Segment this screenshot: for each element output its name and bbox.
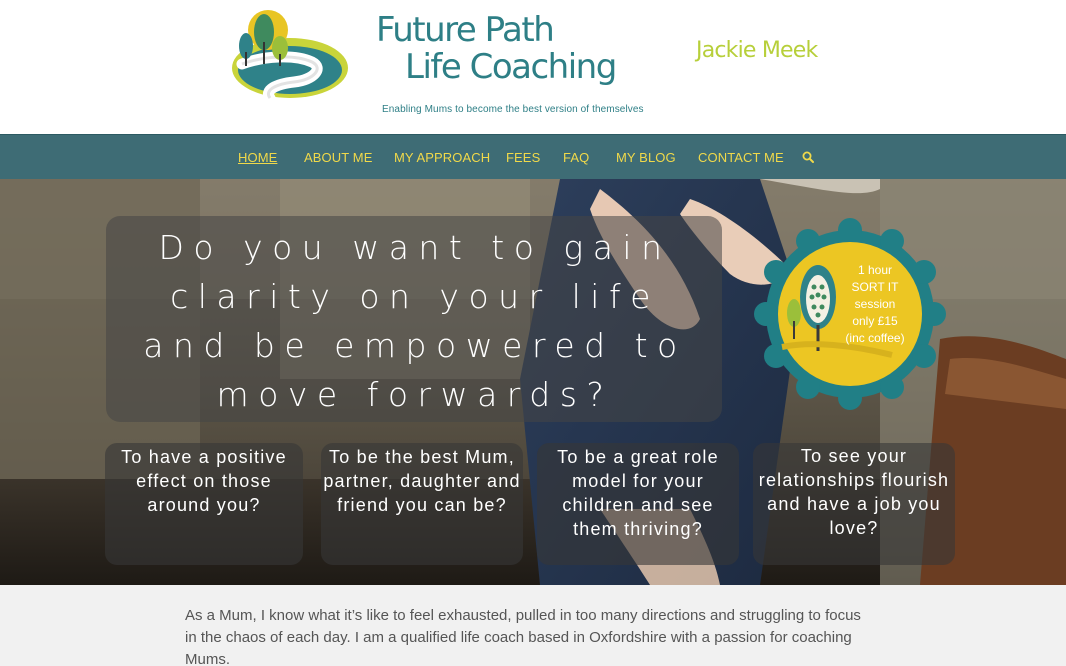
nav-item-my-approach[interactable]: MY APPROACH <box>394 150 490 165</box>
question-box-relationships: To see your relationships flourish and h… <box>753 443 955 565</box>
nav-item-faq[interactable]: FAQ <box>563 150 589 165</box>
search-icon[interactable] <box>802 151 814 163</box>
brand-line-1: Future Path <box>376 10 555 50</box>
hero-banner: Do you want to gain clarity on your life… <box>0 179 1066 585</box>
nav-item-my-blog[interactable]: MY BLOG <box>616 150 676 165</box>
badge-line-5: (inc coffee) <box>845 331 905 345</box>
question-box-best-mum: To be the best Mum, partner, daughter an… <box>321 443 523 565</box>
badge-line-4: only £15 <box>852 314 898 328</box>
badge-line-1: 1 hour <box>857 263 893 277</box>
question-box-positive-effect: To have a positive effect on those aroun… <box>105 443 303 565</box>
badge-text: 1 hour SORT IT session only £15 (inc cof… <box>832 262 918 347</box>
question-text: To have a positive effect on those aroun… <box>121 447 287 515</box>
question-box-role-model: To be a great role model for your childr… <box>537 443 739 565</box>
question-text: To see your relationships flourish and h… <box>758 446 950 538</box>
author-name: Jackie Meek <box>696 38 818 63</box>
logo-icon[interactable] <box>224 6 350 102</box>
brand-tagline: Enabling Mums to become the best version… <box>382 104 644 115</box>
nav-item-contact-me[interactable]: CONTACT ME <box>698 150 784 165</box>
brand-line-2: Life Coaching <box>405 47 617 87</box>
question-text: To be a great role model for your childr… <box>557 447 719 539</box>
brand-wordmark[interactable]: Future Path Life Coaching <box>376 12 666 86</box>
question-text: To be the best Mum, partner, daughter an… <box>323 447 521 515</box>
intro-paragraph: As a Mum, I know what it’s like to feel … <box>185 607 861 666</box>
nav-item-fees[interactable]: FEES <box>506 150 540 165</box>
hero-headline: Do you want to gain clarity on your life… <box>143 228 687 414</box>
site-header: Future Path Life Coaching Enabling Mums … <box>0 0 1066 134</box>
badge-line-3: session <box>854 297 896 311</box>
nav-item-about-me[interactable]: ABOUT ME <box>304 150 372 165</box>
intro-section: As a Mum, I know what it’s like to feel … <box>0 585 1066 666</box>
main-nav: HOME ABOUT ME MY APPROACH FEES FAQ MY BL… <box>0 134 1066 179</box>
badge-line-2: SORT IT <box>851 280 899 294</box>
nav-item-home[interactable]: HOME <box>238 150 277 165</box>
